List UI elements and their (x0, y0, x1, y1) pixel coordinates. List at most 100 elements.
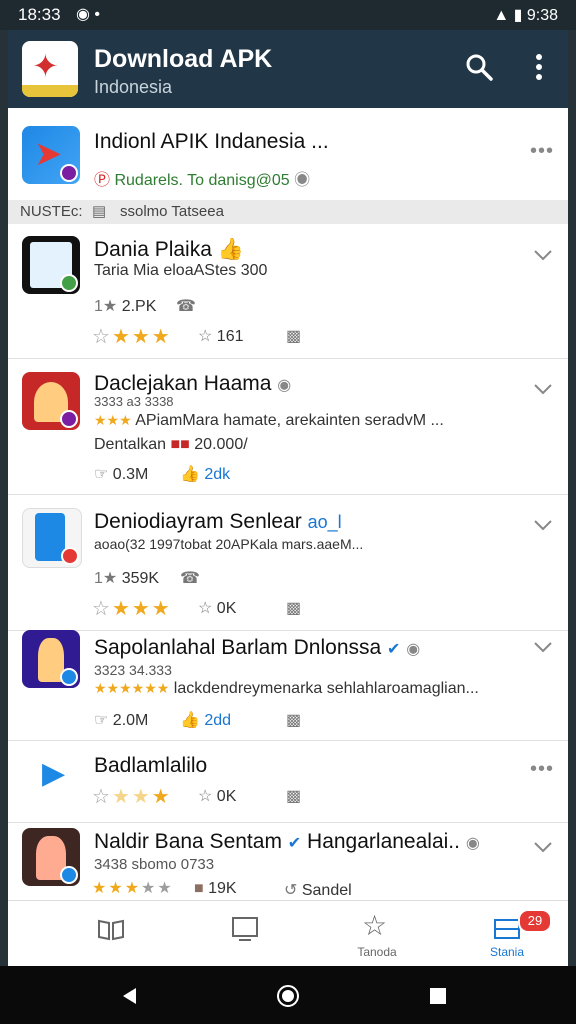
stats-icon[interactable]: ▩ (286, 786, 301, 806)
like-count-blue-text: 2dd (204, 712, 232, 729)
stats-icon[interactable]: ▩ (286, 598, 301, 618)
item-stat-2-text: Sandel (301, 882, 352, 899)
globe-icon: ◉ (406, 641, 421, 658)
page-subtitle: Indonesia (94, 77, 173, 97)
item-line: 3333 a3 3338 (94, 394, 174, 409)
item-line-2-text: APiamMara hamate, arekainten seradvM ... (135, 412, 444, 429)
list-item[interactable]: Daclejakan Haama ◉ 3333 a3 3338 ★★★ APia… (8, 358, 568, 495)
tab-tanoda[interactable]: ☆ Tanoda (332, 901, 422, 967)
recents-icon[interactable] (428, 986, 448, 1006)
like-count[interactable]: ☞ 0.3M (94, 464, 148, 484)
tab-media[interactable] (200, 901, 290, 967)
rating-count: ☆ 0K (198, 600, 237, 617)
list-item[interactable]: Deniodiayram Senlear ao_l aoao(32 1997to… (8, 494, 568, 631)
chevron-down-icon[interactable] (532, 518, 554, 532)
item-more-icon[interactable]: ••• (530, 758, 554, 781)
rating-count: ☆ 161 (198, 328, 244, 345)
status-time: 18:33 (18, 5, 61, 24)
more-vert-icon[interactable] (524, 50, 554, 84)
like-count[interactable]: ☞ 2.0M (94, 710, 148, 730)
item-line: Taria Mia eloaAStes 300 (94, 262, 268, 279)
app-bar: ✦ Download APK Indonesia (8, 30, 568, 108)
item-stat-text: 2.PK (121, 298, 157, 315)
verified-icon: ✔ (287, 835, 302, 852)
item-line-2: ★★★★★★ lackdendreymenarka sehlahlaroamag… (94, 680, 479, 697)
item-line-3b-text: 20.000/ (194, 436, 248, 453)
item-title-text: Daclejakan Haama (94, 372, 272, 395)
featured-thumb: ➤ (22, 126, 80, 184)
share-icon[interactable]: ☎ (180, 568, 200, 588)
tab-library[interactable] (66, 901, 156, 967)
item-stat: 1★ 359K (94, 570, 160, 587)
item-thumb (22, 508, 82, 568)
section-label: NUSTEc: (20, 203, 83, 220)
stats-icon[interactable]: ▩ (286, 326, 301, 346)
item-title: Daclejakan Haama ◉ (94, 372, 291, 396)
item-line-3-text: Dentalkan (94, 436, 167, 453)
tab-label: Tanoda (357, 945, 397, 959)
list-item[interactable]: Sapolanlahal Barlam Dnlonssa ✔ ◉ 3323 34… (8, 630, 568, 741)
rating-stars: ☆★★★ (92, 326, 172, 348)
calendar-icon: ▤ (92, 203, 107, 220)
globe-icon: ◉ (294, 172, 311, 189)
back-icon[interactable] (120, 986, 140, 1006)
item-stat-text: 359K (121, 570, 160, 587)
item-title: Badlamlalilo (94, 754, 208, 777)
rating-count-text: 0K (216, 600, 237, 617)
list-item[interactable]: ▶ Badlamlalilo ☆★★★ ☆ 0K ▩ ••• (8, 740, 568, 823)
featured-title: Indionl APIK Indanesia ... (94, 130, 329, 153)
item-line-2: ★★★ APiamMara hamate, arekainten seradvM… (94, 412, 444, 429)
media-icon (232, 917, 258, 941)
like-count-blue[interactable]: 👍 2dk (180, 464, 230, 484)
verified-icon: ✔ (387, 641, 401, 658)
item-stat-text: 19K (208, 880, 237, 897)
featured-subtitle: Ⓟ Rudarels. To danisg@05 ◉ (94, 166, 310, 190)
like-count-blue[interactable]: 👍 2dd (180, 710, 231, 730)
avatar-icon: ■■ (170, 436, 190, 453)
notification-icons: ◉ • (76, 6, 101, 23)
rating-count: ☆ 0K (198, 788, 237, 805)
chevron-down-icon[interactable] (532, 248, 554, 262)
item-title-suffix: ao_l (307, 512, 342, 532)
item-title-text: Deniodiayram Senlear (94, 510, 302, 533)
featured-more-icon[interactable]: ••• (530, 140, 554, 163)
item-line: aoao(32 1997tobat 20APKala mars.aaeM... (94, 536, 364, 552)
item-thumb (22, 828, 80, 886)
chevron-down-icon[interactable] (532, 382, 554, 396)
item-stat: ■ 19K (194, 880, 237, 897)
item-stat: 1★ 2.PK (94, 298, 157, 315)
item-line: 3438 sbomo 0733 (94, 856, 215, 873)
like-count-text: 0.3M (112, 466, 149, 483)
section-text: ssolmo Tatseea (120, 203, 224, 220)
like-count-blue-text: 2dk (204, 466, 231, 483)
globe-icon: ◉ (277, 377, 292, 394)
status-right: ▲ ▮ 9:38 (493, 5, 558, 25)
item-title: Sapolanlahal Barlam Dnlonssa ✔ ◉ (94, 636, 420, 660)
chevron-down-icon[interactable] (532, 840, 554, 854)
plane-icon: ➤ (34, 135, 63, 173)
item-stat-2: ↺ Sandel (284, 882, 352, 899)
item-line-2-text: lackdendreymenarka sehlahlaroamaglian... (173, 680, 479, 697)
play-icon: ▶ (42, 757, 66, 790)
rating-stars: ★★★★★ (92, 880, 174, 897)
thumbs-up-icon: 👍 (217, 238, 244, 261)
notification-badge: 29 (518, 909, 552, 933)
star-outline-icon: ☆ (362, 910, 388, 941)
share-icon[interactable]: ☎ (176, 296, 196, 316)
app-logo: ✦ (22, 41, 78, 97)
home-icon[interactable] (276, 984, 300, 1008)
tab-label: Stania (489, 945, 525, 959)
like-count-text: 2.0M (112, 712, 149, 729)
chevron-down-icon[interactable] (532, 640, 554, 654)
item-thumb (22, 236, 80, 294)
feed-content[interactable]: ➤ Indionl APIK Indanesia ... Ⓟ Rudarels.… (8, 108, 568, 966)
featured-item[interactable]: ➤ Indionl APIK Indanesia ... Ⓟ Rudarels.… (8, 116, 568, 204)
item-title: Deniodiayram Senlear ao_l (94, 510, 342, 534)
rating-count-text: 0K (216, 788, 237, 805)
status-clock-right: 9:38 (526, 7, 558, 24)
rocket-icon: ✦ (32, 48, 59, 84)
stats-icon[interactable]: ▩ (286, 710, 301, 730)
list-item[interactable]: Dania Plaika 👍 Taria Mia eloaAStes 300 1… (8, 224, 568, 359)
item-title-text: Naldir Bana Sentam (94, 830, 282, 853)
search-icon[interactable] (464, 52, 494, 82)
